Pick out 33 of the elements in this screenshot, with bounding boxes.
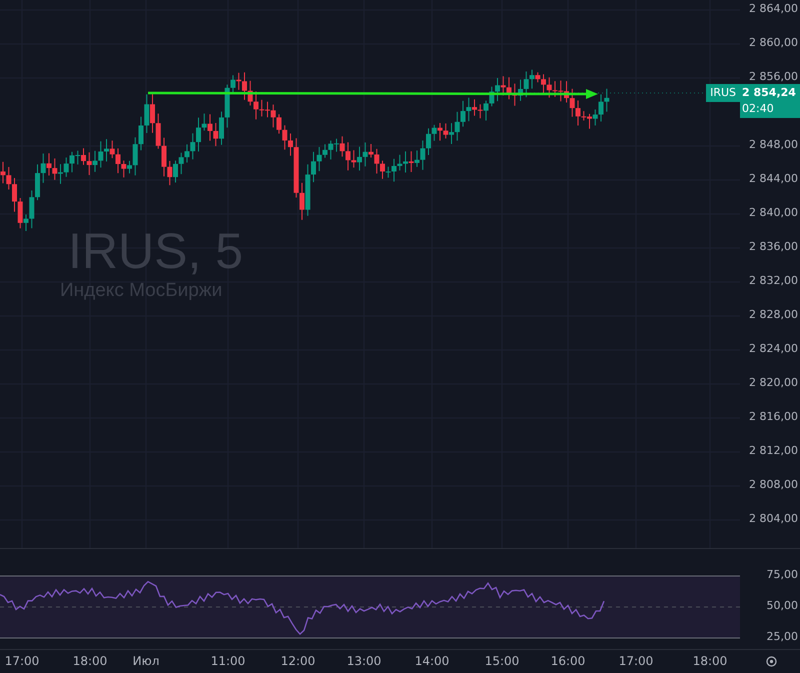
price-tick: 2 840,00 <box>749 206 798 219</box>
rsi-tick: 25,00 <box>766 630 798 643</box>
price-tick: 2 832,00 <box>749 274 798 287</box>
price-tick: 2 856,00 <box>749 70 798 83</box>
time-tick: 13:00 <box>346 654 382 668</box>
time-tick: 17:00 <box>4 654 40 668</box>
last-price: 2 854,24 <box>742 84 797 101</box>
time-tick: 18:00 <box>692 654 728 668</box>
price-tick: 2 808,00 <box>749 478 798 491</box>
bar-countdown: 02:40 <box>742 100 775 117</box>
price-tick: 2 816,00 <box>749 410 798 423</box>
rsi-tick: 75,00 <box>766 568 798 581</box>
price-tick: 2 848,00 <box>749 138 798 151</box>
time-tick: Июл <box>132 654 160 668</box>
price-tick: 2 824,00 <box>749 342 798 355</box>
price-tick: 2 812,00 <box>749 444 798 457</box>
price-tick: 2 804,00 <box>749 512 798 525</box>
price-tick: 2 836,00 <box>749 240 798 253</box>
time-tick: 18:00 <box>72 654 108 668</box>
rsi-tick: 50,00 <box>766 599 798 612</box>
time-tick: 15:00 <box>484 654 520 668</box>
settings-icon[interactable] <box>766 656 777 667</box>
symbol-tag: IRUS <box>706 84 740 102</box>
time-tick: 16:00 <box>550 654 586 668</box>
time-tick: 17:00 <box>618 654 654 668</box>
time-tick: 11:00 <box>210 654 246 668</box>
time-tick: 14:00 <box>414 654 450 668</box>
price-tick: 2 864,00 <box>749 2 798 15</box>
time-tick: 12:00 <box>280 654 316 668</box>
price-tick: 2 844,00 <box>749 172 798 185</box>
price-tick: 2 828,00 <box>749 308 798 321</box>
price-tick: 2 820,00 <box>749 376 798 389</box>
price-tick: 2 860,00 <box>749 36 798 49</box>
